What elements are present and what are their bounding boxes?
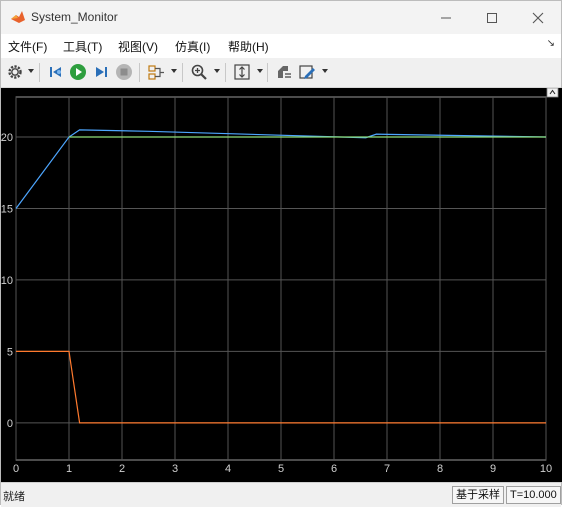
- scope-plot[interactable]: 0 1 2 3 4 5 6 7 8 9 10 0 5 10 15 20: [1, 88, 562, 482]
- scope-chart[interactable]: 0 1 2 3 4 5 6 7 8 9 10 0 5 10 15 20: [1, 88, 562, 482]
- x-tick-label: 4: [225, 463, 231, 475]
- menu-file[interactable]: 文件(F): [8, 38, 47, 55]
- signal-select-icon[interactable]: [146, 62, 166, 82]
- simulation-time-label: T=10.000: [506, 486, 561, 504]
- autoscale-dropdown-icon[interactable]: [257, 69, 263, 73]
- menu-bar: 文件(F) 工具(T) 视图(V) 仿真(I) 帮助(H) ↘: [1, 34, 561, 58]
- zoom-icon[interactable]: [189, 62, 209, 82]
- status-bar: 就绪 基于采样 T=10.000: [1, 482, 561, 507]
- expand-axes-icon[interactable]: [546, 88, 559, 98]
- step-forward-icon[interactable]: [91, 62, 111, 82]
- stop-icon[interactable]: [114, 62, 134, 82]
- settings-dropdown-icon[interactable]: [28, 69, 34, 73]
- x-tick-label: 9: [490, 463, 496, 475]
- x-tick-label: 7: [384, 463, 390, 475]
- close-button[interactable]: [515, 1, 561, 34]
- y-tick-label: 0: [7, 418, 13, 430]
- menu-help[interactable]: 帮助(H): [228, 38, 269, 55]
- menu-tools[interactable]: 工具(T): [63, 38, 102, 55]
- signal-dropdown-icon[interactable]: [171, 69, 177, 73]
- x-tick-label: 0: [13, 463, 19, 475]
- step-back-icon[interactable]: [46, 62, 66, 82]
- edit-style-icon[interactable]: [297, 62, 317, 82]
- close-icon: [532, 12, 544, 23]
- menu-simulation[interactable]: 仿真(I): [175, 38, 210, 55]
- x-tick-label: 3: [172, 463, 178, 475]
- maximize-icon: [487, 12, 497, 23]
- maximize-button[interactable]: [469, 1, 515, 34]
- y-tick-label: 20: [1, 132, 13, 144]
- x-tick-label: 6: [331, 463, 337, 475]
- x-tick-label: 1: [66, 463, 72, 475]
- title-bar: System_Monitor: [1, 1, 561, 34]
- x-tick-label: 5: [278, 463, 284, 475]
- y-tick-label: 5: [7, 346, 13, 358]
- settings-gear-icon[interactable]: [5, 62, 25, 82]
- y-tick-label: 15: [1, 203, 13, 215]
- matlab-logo-icon: [11, 11, 25, 23]
- minimize-icon: [441, 17, 451, 18]
- autoscale-icon[interactable]: [232, 62, 252, 82]
- sampling-mode-label: 基于采样: [452, 486, 504, 504]
- status-ready-text: 就绪: [3, 491, 25, 503]
- highlight-block-icon[interactable]: [274, 62, 294, 82]
- style-dropdown-icon[interactable]: [322, 69, 328, 73]
- minimize-button[interactable]: [423, 1, 469, 34]
- zoom-dropdown-icon[interactable]: [214, 69, 220, 73]
- y-tick-label: 10: [1, 275, 13, 287]
- toolbar: [1, 58, 561, 88]
- window-title: System_Monitor: [31, 10, 118, 24]
- run-icon[interactable]: [68, 62, 88, 82]
- x-tick-label: 8: [437, 463, 443, 475]
- menu-collapse-icon[interactable]: ↘: [547, 38, 555, 49]
- menu-view[interactable]: 视图(V): [118, 38, 158, 55]
- scope-window: System_Monitor 文件(F) 工具(T) 视图(V) 仿真(I) 帮…: [0, 0, 562, 507]
- x-tick-label: 2: [119, 463, 125, 475]
- x-tick-label: 10: [540, 463, 552, 475]
